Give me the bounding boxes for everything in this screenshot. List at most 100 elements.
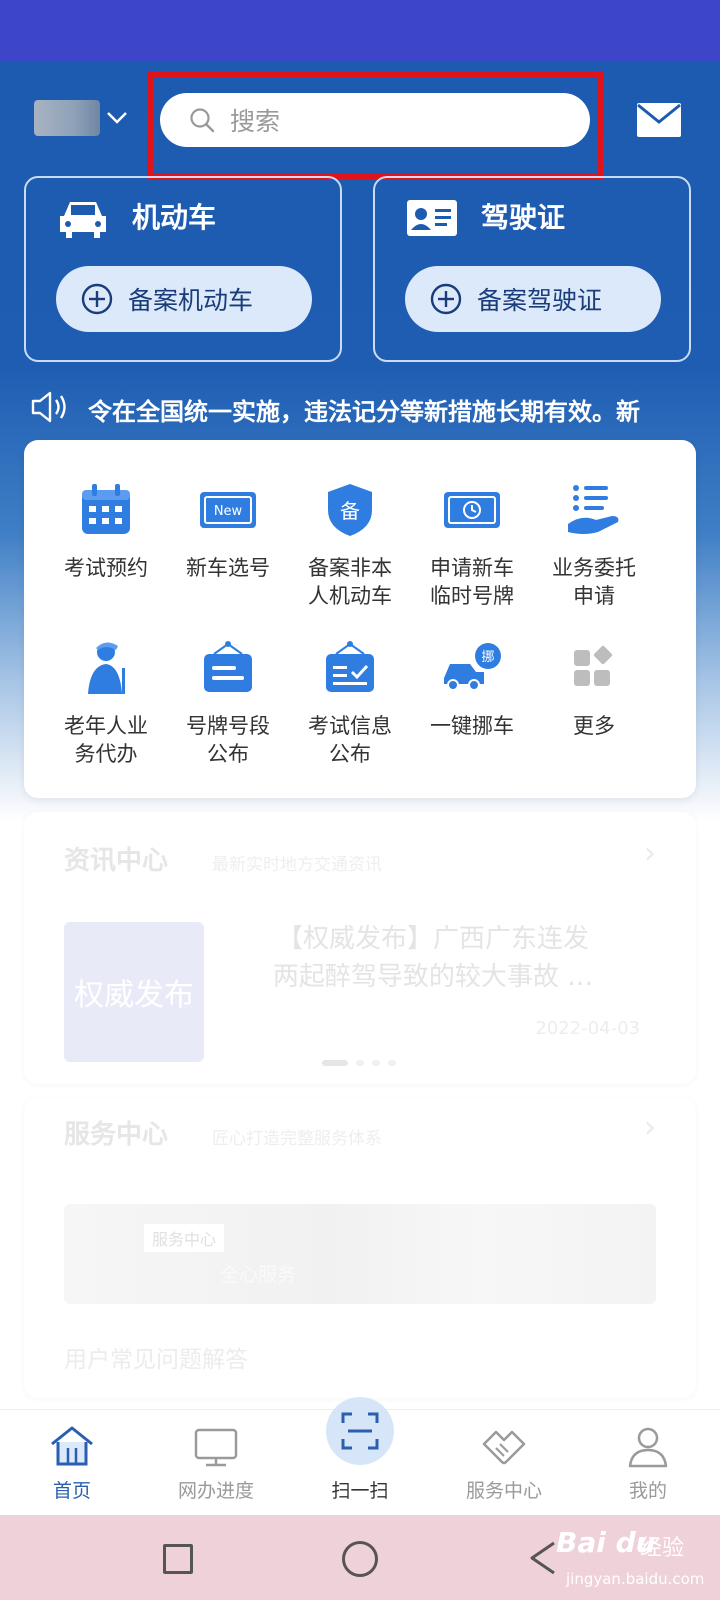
service-elderly-agent[interactable]: 老年人业 务代办	[44, 638, 168, 768]
service-more[interactable]: 更多	[532, 638, 656, 740]
news-section-title: 资讯中心	[64, 846, 169, 876]
news-date: 2022-04-03	[535, 1018, 640, 1039]
service-register-nonowner-vehicle[interactable]: 备 备案非本 人机动车	[288, 480, 412, 610]
news-section: 资讯中心 最新实时地方交通资讯 › 权威发布 【权威发布】广西广东连发 两起醉驾…	[24, 812, 696, 1084]
new-plate-icon: New	[200, 492, 256, 528]
home-button[interactable]	[342, 1541, 378, 1577]
service-grid: 考试预约 New 新车选号 备 备案非本 人机动车 申请新车 临时号牌 业务委托…	[24, 440, 696, 798]
tab-label: 扫一扫	[331, 1480, 389, 1502]
news-headline-line: 【权威发布】广西广东连发	[276, 924, 589, 954]
service-center-subtitle: 匠心打造完整服务体系	[212, 1129, 382, 1149]
home-icon	[51, 1426, 93, 1466]
svg-text:备: 备	[340, 499, 360, 523]
tab-label: 首页	[52, 1480, 91, 1502]
watermark-word: 经验	[640, 1536, 685, 1561]
search-input[interactable]: 搜索	[160, 93, 590, 147]
service-entrust[interactable]: 业务委托 申请	[532, 480, 656, 610]
search-icon	[190, 108, 215, 133]
vehicle-card-title: 机动车	[132, 201, 217, 234]
calendar-icon	[82, 484, 130, 534]
banner-text: 全心服务	[220, 1264, 297, 1286]
service-label: 申请	[573, 584, 615, 608]
news-headline-line: 两起醉驾导致的较大事故 …	[272, 962, 594, 992]
service-label: 务代办	[74, 742, 138, 766]
tab-mine[interactable]: 我的	[576, 1410, 720, 1516]
service-center-banner[interactable]: 服务中心 全心服务	[64, 1204, 656, 1304]
city-selector[interactable]	[34, 100, 100, 136]
vehicle-card[interactable]: 机动车 备案机动车	[24, 176, 342, 362]
recent-apps-button[interactable]	[163, 1544, 193, 1574]
news-section-subtitle: 最新实时地方交通资讯	[212, 855, 382, 875]
service-label: 公布	[207, 742, 249, 766]
service-label: 申请新车	[430, 556, 514, 580]
service-label: 人机动车	[308, 584, 392, 608]
status-bar	[0, 0, 720, 62]
scan-button[interactable]	[326, 1397, 394, 1465]
speaker-icon	[31, 391, 66, 423]
tab-service-center[interactable]: 服务中心	[432, 1410, 576, 1516]
banner-tag: 服务中心	[144, 1224, 225, 1252]
notice-text: 令在全国统一实施，违法记分等新措施长期有效。新	[88, 398, 640, 426]
back-icon[interactable]	[528, 1540, 558, 1576]
monitor-icon	[194, 1428, 238, 1467]
mail-icon[interactable]	[636, 102, 682, 138]
service-new-car-number[interactable]: New 新车选号	[166, 480, 290, 582]
scan-icon	[341, 1412, 379, 1450]
service-label: 一键挪车	[430, 714, 514, 738]
register-license-button[interactable]: 备案驾驶证	[405, 266, 661, 332]
tab-label: 服务中心	[465, 1480, 542, 1502]
shield-icon: 备	[328, 484, 372, 536]
exam-board-icon	[326, 641, 374, 692]
search-placeholder: 搜索	[230, 107, 281, 136]
move-car-icon: 挪	[444, 643, 501, 691]
service-label: 考试预约	[64, 556, 148, 580]
license-card-title: 驾驶证	[481, 201, 566, 234]
tab-progress[interactable]: 网办进度	[144, 1410, 288, 1516]
service-label: 临时号牌	[430, 584, 514, 608]
service-move-car[interactable]: 挪 一键挪车	[410, 638, 534, 740]
more-grid-icon	[574, 645, 613, 686]
plate-board-icon	[204, 641, 252, 692]
svg-text:挪: 挪	[481, 650, 494, 665]
service-plate-number-release[interactable]: 号牌号段 公布	[166, 638, 290, 768]
watermark: Bai du 经验 jingyan.baidu.com	[556, 1518, 720, 1600]
chevron-down-icon[interactable]	[104, 104, 130, 130]
faq-link[interactable]: 用户常见问题解答	[64, 1340, 248, 1374]
service-center-title: 服务中心	[64, 1120, 169, 1150]
service-label: 新车选号	[186, 556, 270, 580]
service-exam-info-release[interactable]: 考试信息 公布	[288, 638, 412, 768]
tab-home[interactable]: 首页	[0, 1410, 144, 1516]
notice-bar[interactable]: 令在全国统一实施，违法记分等新措施长期有效。新	[30, 388, 720, 428]
service-label: 业务委托	[552, 556, 636, 580]
user-icon	[628, 1427, 668, 1468]
service-label: 更多	[573, 714, 615, 738]
car-icon	[60, 202, 106, 238]
id-card-icon	[407, 200, 457, 236]
elderly-icon	[88, 642, 125, 694]
license-card[interactable]: 驾驶证 备案驾驶证	[373, 176, 691, 362]
service-label: 老年人业	[64, 714, 148, 738]
handshake-icon	[482, 1430, 526, 1465]
register-vehicle-label: 备案机动车	[128, 286, 254, 315]
temp-plate-icon	[444, 492, 500, 528]
news-headline[interactable]: 【权威发布】广西广东连发 两起醉驾导致的较大事故 …	[248, 920, 618, 996]
watermark-url: jingyan.baidu.com	[566, 1570, 705, 1588]
service-temp-plate[interactable]: 申请新车 临时号牌	[410, 480, 534, 610]
tab-label: 我的	[628, 1480, 667, 1502]
plus-circle-icon	[430, 283, 462, 315]
entrust-icon	[568, 485, 619, 534]
service-label: 公布	[329, 742, 371, 766]
service-label: 号牌号段	[186, 714, 270, 738]
service-label: 考试信息	[308, 714, 392, 738]
service-center-section: 服务中心 匠心打造完整服务体系 › 服务中心 全心服务 用户常见问题解答	[24, 1098, 696, 1398]
chevron-right-icon[interactable]: ›	[644, 1110, 656, 1145]
news-thumbnail[interactable]: 权威发布	[64, 922, 204, 1062]
register-vehicle-button[interactable]: 备案机动车	[56, 266, 312, 332]
svg-text:New: New	[214, 504, 243, 519]
service-label: 备案非本	[308, 556, 392, 580]
chevron-right-icon[interactable]: ›	[644, 836, 656, 871]
carousel-dots	[322, 1060, 396, 1066]
service-exam-booking[interactable]: 考试预约	[44, 480, 168, 582]
tab-label: 网办进度	[177, 1480, 254, 1502]
plus-circle-icon	[81, 283, 113, 315]
